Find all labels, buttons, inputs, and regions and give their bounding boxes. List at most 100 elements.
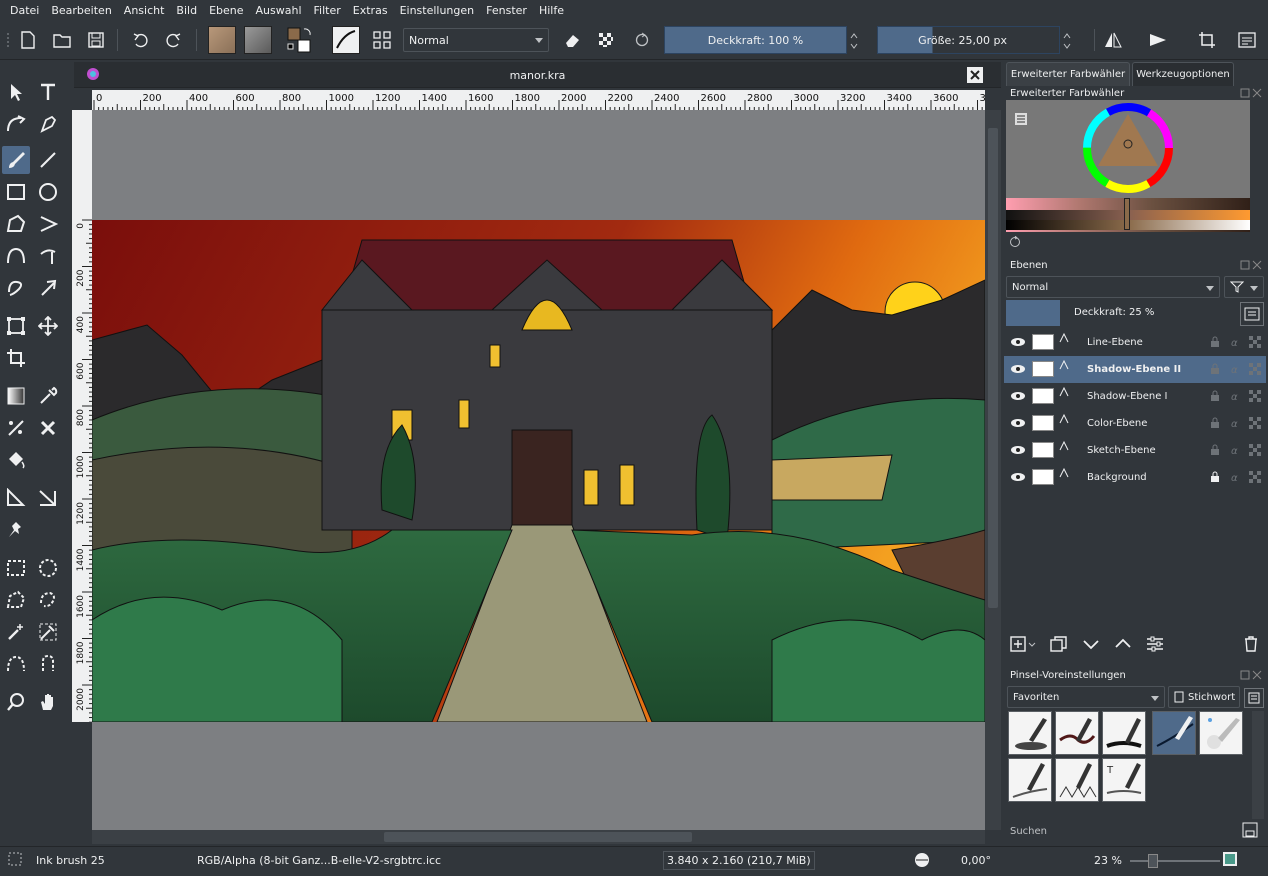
layer-settings-icon[interactable]	[1146, 636, 1164, 655]
alpha-lock-icon[interactable]	[1248, 389, 1262, 406]
menu-item-3[interactable]: Bild	[170, 4, 203, 17]
layers-float-icon[interactable]	[1240, 260, 1262, 273]
lock-icon[interactable]	[1210, 390, 1220, 405]
alpha-lock-icon[interactable]	[1248, 362, 1262, 379]
lock-icon[interactable]	[1210, 471, 1220, 486]
menu-item-7[interactable]: Extras	[347, 4, 394, 17]
zoom-slider-handle[interactable]	[1148, 854, 1158, 868]
visibility-eye-icon[interactable]	[1010, 472, 1026, 485]
canvas-only-icon[interactable]	[1222, 851, 1238, 870]
visibility-eye-icon[interactable]	[1010, 418, 1026, 431]
menu-item-5[interactable]: Auswahl	[250, 4, 308, 17]
polyline-tool[interactable]	[34, 210, 62, 238]
inherit-alpha-icon[interactable]: α	[1230, 390, 1242, 405]
layer-blend-select[interactable]: Normal	[1006, 276, 1220, 298]
layer-row[interactable]: Background α	[1004, 464, 1266, 491]
layer-opacity-fill[interactable]	[1006, 300, 1060, 326]
color-selector-area[interactable]	[1006, 100, 1250, 198]
ellipse-select-tool[interactable]	[34, 554, 62, 582]
move-layer-up-icon[interactable]	[1114, 636, 1132, 655]
color-wheel[interactable]	[1080, 100, 1176, 196]
mirror-vertical-icon[interactable]	[1145, 27, 1171, 53]
alpha-lock-icon[interactable]	[1248, 335, 1262, 352]
horizontal-ruler[interactable]: 0 200 400 600 800 1000 1200 1400 1600 1800 2000 220…	[92, 90, 985, 110]
add-layer-icon[interactable]	[1010, 636, 1036, 655]
document-tab[interactable]: manor.kra	[74, 62, 1001, 88]
bezier-curve-tool[interactable]	[2, 242, 30, 270]
menu-item-2[interactable]: Ansicht	[118, 4, 171, 17]
eraser-icon[interactable]	[559, 27, 585, 53]
zoom-tool[interactable]	[2, 688, 30, 716]
inherit-alpha-icon[interactable]: α	[1230, 444, 1242, 459]
refresh-color-icon[interactable]	[1009, 235, 1021, 251]
opacity-spin[interactable]	[849, 29, 859, 53]
line-tool[interactable]	[34, 146, 62, 174]
layer-row[interactable]: Shadow-Ebene II α	[1004, 356, 1266, 383]
colorize-mask-tool[interactable]	[2, 414, 30, 442]
transform-tool[interactable]	[2, 312, 30, 340]
pattern-preset-button[interactable]	[244, 26, 272, 54]
toolbar-grip[interactable]	[4, 32, 12, 48]
menu-item-0[interactable]: Datei	[4, 4, 45, 17]
smart-patch-tool[interactable]	[34, 414, 62, 442]
size-spin[interactable]	[1062, 29, 1072, 53]
color-sampler-tool[interactable]	[34, 382, 62, 410]
lock-icon[interactable]	[1210, 417, 1220, 432]
menu-item-8[interactable]: Einstellungen	[394, 4, 481, 17]
size-slider[interactable]: Größe: 25,00 px	[877, 26, 1060, 54]
brush-keyword-button[interactable]: Stichwort	[1168, 686, 1240, 708]
layer-row[interactable]: Color-Ebene α	[1004, 410, 1266, 437]
brush-preset-ink-selected[interactable]	[1152, 711, 1196, 755]
canvas-horizontal-scrollbar[interactable]	[92, 830, 985, 844]
brush-presets-scrollbar[interactable]	[1252, 711, 1264, 819]
brush-float-icon[interactable]	[1240, 670, 1262, 683]
lock-icon[interactable]	[1210, 363, 1220, 378]
edit-shapes-tool[interactable]	[2, 110, 30, 138]
canvas-vertical-scrollbar[interactable]	[985, 110, 1001, 830]
menu-item-9[interactable]: Fenster	[480, 4, 533, 17]
polygon-select-tool[interactable]	[2, 586, 30, 614]
mirror-horizontal-icon[interactable]	[1100, 27, 1126, 53]
gradient-tool[interactable]	[2, 382, 30, 410]
brush-search-save-icon[interactable]	[1242, 822, 1258, 841]
brush-settings-icon[interactable]	[369, 27, 395, 53]
brush-preset-ink-pen[interactable]	[1008, 711, 1052, 755]
brush-tag-select[interactable]: Favoriten	[1007, 686, 1165, 708]
calligraphy-tool[interactable]	[34, 110, 62, 138]
brush-view-icon[interactable]	[1244, 688, 1264, 708]
move-tool[interactable]	[34, 312, 62, 340]
vertical-ruler[interactable]: 0 200 400 600 800 1000 1200 1400 1600 1800 2000	[72, 110, 92, 722]
open-folder-icon[interactable]	[49, 27, 75, 53]
layer-filter-button[interactable]	[1224, 276, 1264, 298]
rotation-icon[interactable]	[913, 852, 931, 871]
workspace-icon[interactable]	[1234, 27, 1260, 53]
undo-icon[interactable]	[127, 27, 153, 53]
multibrush-tool[interactable]	[34, 274, 62, 302]
visibility-eye-icon[interactable]	[1010, 364, 1026, 377]
freehand-brush-tool[interactable]	[2, 146, 30, 174]
artwork-canvas[interactable]	[92, 220, 985, 722]
ellipse-tool[interactable]	[34, 178, 62, 206]
lock-icon[interactable]	[1210, 444, 1220, 459]
visibility-eye-icon[interactable]	[1010, 445, 1026, 458]
canvas-area[interactable]	[92, 110, 985, 830]
similar-select-tool[interactable]	[34, 618, 62, 646]
brush-preset-texture[interactable]	[1055, 758, 1099, 802]
layer-properties-icon[interactable]	[1240, 302, 1264, 326]
rectangle-tool[interactable]	[2, 178, 30, 206]
menu-item-6[interactable]: Filter	[308, 4, 347, 17]
menu-item-1[interactable]: Bearbeiten	[45, 4, 117, 17]
opacity-slider[interactable]: Deckkraft: 100 %	[664, 26, 847, 54]
bezier-select-tool[interactable]	[2, 650, 30, 678]
inherit-alpha-icon[interactable]: α	[1230, 417, 1242, 432]
menu-item-10[interactable]: Hilfe	[533, 4, 570, 17]
pan-tool[interactable]	[34, 688, 62, 716]
freehand-select-tool[interactable]	[34, 586, 62, 614]
lock-icon[interactable]	[1210, 336, 1220, 351]
inherit-alpha-icon[interactable]: α	[1230, 363, 1242, 378]
fill-tool[interactable]	[2, 446, 30, 474]
horizontal-scroll-thumb[interactable]	[384, 832, 692, 842]
save-icon[interactable]	[83, 27, 109, 53]
vertical-scroll-thumb[interactable]	[988, 128, 998, 608]
measure-tool[interactable]	[2, 484, 30, 512]
